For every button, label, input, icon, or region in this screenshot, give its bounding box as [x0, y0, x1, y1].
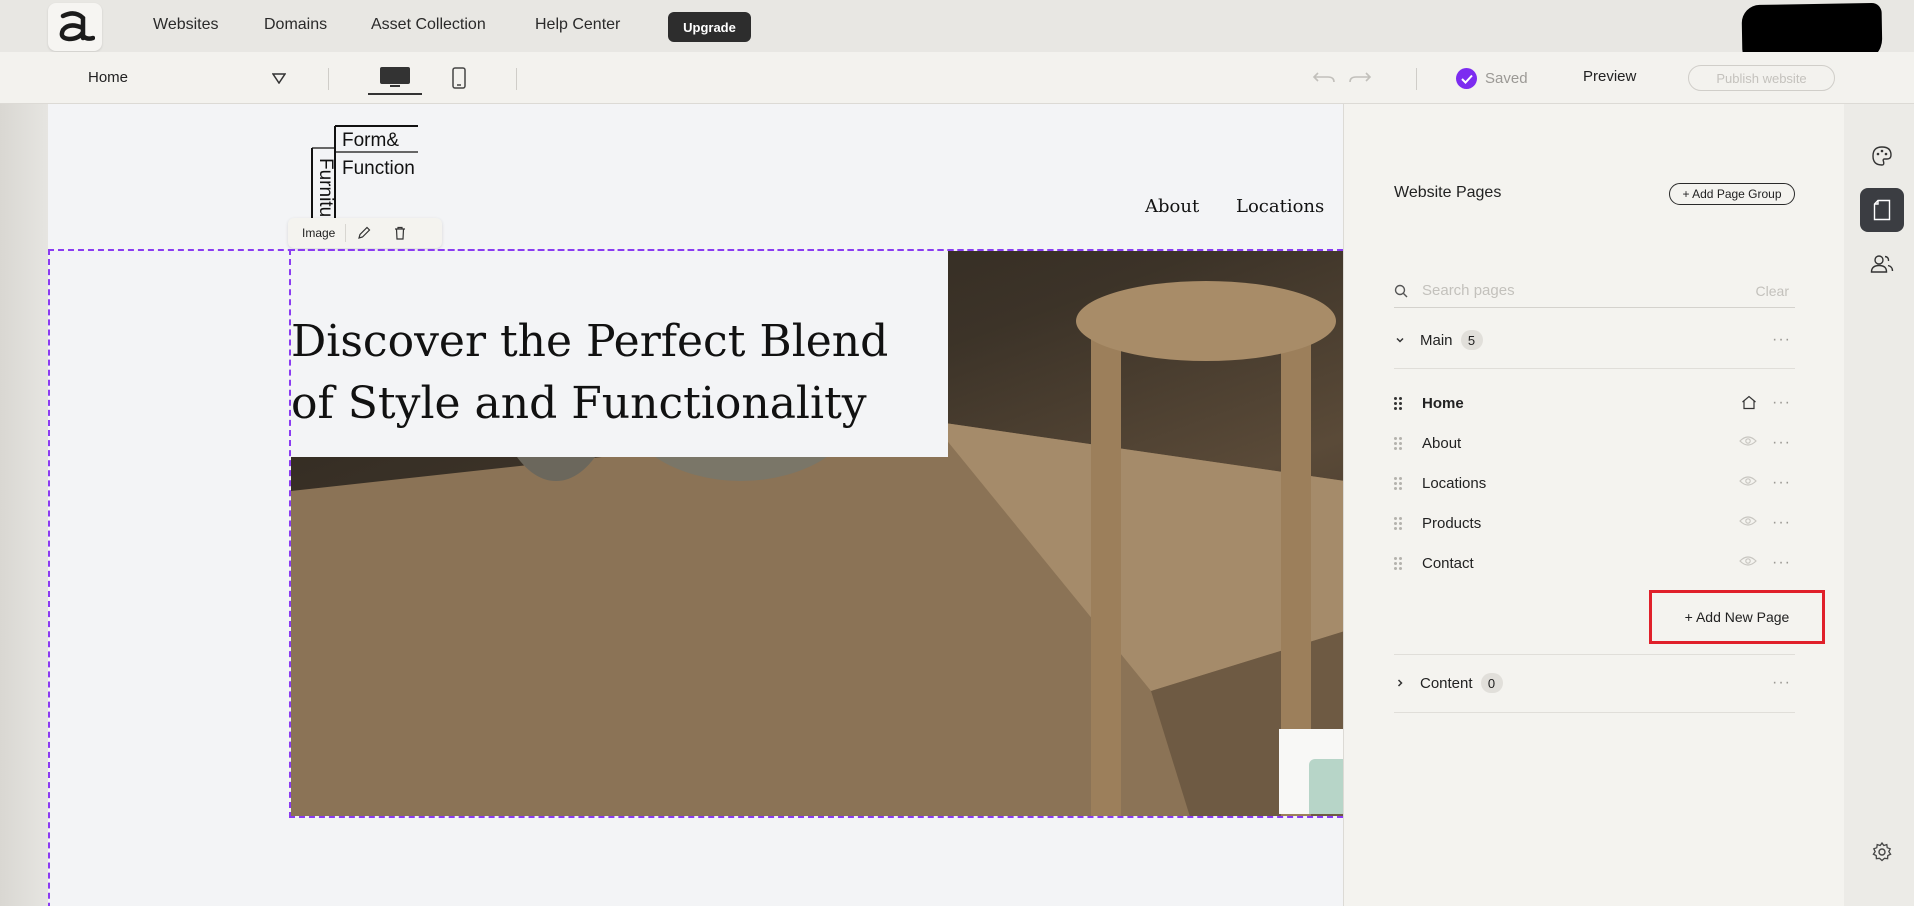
more-options-icon[interactable]: ··· — [1772, 394, 1791, 412]
group-name: Content — [1420, 674, 1473, 692]
page-name: Contact — [1422, 554, 1474, 572]
more-options-icon[interactable]: ··· — [1772, 331, 1791, 349]
hero-heading[interactable]: Discover the Perfect Blend of Style and … — [291, 311, 941, 435]
preview-button[interactable]: Preview — [1583, 68, 1636, 85]
page-name: Products — [1422, 514, 1482, 532]
website-canvas[interactable]: Form& Function Furnitu About Locations I… — [48, 104, 1343, 906]
delete-trash-icon[interactable] — [382, 226, 418, 240]
image-toolbar-label: Image — [288, 224, 347, 242]
editor-toolbar: Home Saved Preview Publish website — [0, 52, 1914, 104]
group-page-count: 5 — [1460, 330, 1483, 350]
page-row-home[interactable]: Home ··· — [1394, 383, 1795, 423]
page-name: Locations — [1422, 474, 1487, 492]
eye-icon[interactable] — [1739, 555, 1757, 567]
nav-domains[interactable]: Domains — [264, 16, 327, 34]
saved-label: Saved — [1485, 70, 1528, 87]
group-name: Main — [1420, 331, 1453, 349]
drag-handle-icon[interactable] — [1394, 436, 1404, 450]
gear-icon — [1872, 841, 1892, 862]
right-tool-rail — [1844, 104, 1914, 906]
logo-text-furniture: Furnitu — [315, 158, 336, 218]
logo-text-form: Form& — [342, 130, 399, 151]
search-icon — [1394, 284, 1408, 297]
drag-handle-icon[interactable] — [1394, 476, 1404, 490]
add-new-page-button[interactable]: + Add New Page — [1649, 590, 1825, 644]
nav-websites[interactable]: Websites — [153, 16, 219, 34]
hero-image-block[interactable]: Discover the Perfect Blend of Style and … — [289, 249, 1343, 818]
app-logo[interactable] — [48, 3, 102, 51]
desktop-icon — [380, 67, 410, 87]
chevron-right-icon[interactable] — [1394, 677, 1406, 689]
eye-icon[interactable] — [1739, 435, 1757, 447]
drag-handle-icon[interactable] — [1394, 396, 1404, 410]
redo-icon[interactable] — [1348, 68, 1372, 86]
clear-search-button[interactable]: Clear — [1756, 283, 1789, 299]
settings-button[interactable] — [1860, 830, 1904, 874]
users-button[interactable] — [1860, 242, 1904, 286]
upgrade-button[interactable]: Upgrade — [668, 12, 751, 42]
chevron-down-icon[interactable] — [1394, 334, 1406, 346]
divider — [1394, 368, 1795, 369]
more-options-icon[interactable]: ··· — [1772, 514, 1791, 532]
page-row-products[interactable]: Products ··· — [1394, 503, 1795, 543]
page-row-locations[interactable]: Locations ··· — [1394, 463, 1795, 503]
site-nav-about[interactable]: About — [1145, 196, 1199, 217]
drag-handle-icon[interactable] — [1394, 516, 1404, 530]
undo-icon[interactable] — [1312, 68, 1336, 86]
more-options-icon[interactable]: ··· — [1772, 674, 1791, 692]
top-navigation: Websites Domains Asset Collection Help C… — [0, 0, 1914, 64]
page-name: About — [1422, 434, 1462, 452]
mobile-view-button[interactable] — [448, 61, 470, 95]
search-pages-input[interactable] — [1422, 282, 1722, 299]
hero-heading-container: Discover the Perfect Blend of Style and … — [291, 251, 948, 457]
page-row-about[interactable]: About ··· — [1394, 423, 1795, 463]
edit-pencil-icon[interactable] — [346, 226, 382, 240]
home-icon — [1742, 395, 1756, 410]
site-logo[interactable]: Form& Function Furnitu — [306, 122, 418, 218]
check-icon — [1456, 68, 1477, 89]
users-icon — [1870, 255, 1894, 273]
chevron-down-icon[interactable] — [272, 72, 286, 84]
group-page-count: 0 — [1480, 673, 1503, 693]
mobile-icon — [452, 67, 466, 89]
divider — [1394, 712, 1795, 713]
divider — [1416, 68, 1417, 90]
drag-handle-icon[interactable] — [1394, 556, 1404, 570]
panel-title: Website Pages — [1394, 184, 1502, 201]
divider — [1394, 654, 1795, 655]
logo-a-icon — [59, 11, 95, 42]
more-options-icon[interactable]: ··· — [1772, 434, 1791, 452]
eye-icon[interactable] — [1739, 515, 1757, 527]
page-selector[interactable]: Home — [88, 69, 128, 86]
pages-button[interactable] — [1860, 188, 1904, 232]
divider — [328, 68, 329, 90]
desktop-view-button[interactable] — [368, 61, 422, 95]
page-icon — [1873, 199, 1891, 221]
page-search: Clear — [1394, 274, 1795, 308]
publish-website-button[interactable]: Publish website — [1688, 65, 1835, 91]
page-name: Home — [1422, 394, 1464, 412]
more-options-icon[interactable]: ··· — [1772, 474, 1791, 492]
nav-asset-collection[interactable]: Asset Collection — [371, 16, 486, 34]
page-row-contact[interactable]: Contact ··· — [1394, 543, 1795, 583]
card-accent — [1309, 759, 1343, 814]
nav-help-center[interactable]: Help Center — [535, 16, 620, 34]
divider — [516, 68, 517, 90]
site-nav-locations[interactable]: Locations — [1236, 196, 1324, 217]
palette-icon — [1872, 146, 1892, 166]
logo-text-function: Function — [342, 158, 415, 179]
content-card-preview — [1279, 729, 1343, 814]
image-toolbar: Image — [288, 218, 442, 248]
more-options-icon[interactable]: ··· — [1772, 554, 1791, 572]
add-page-group-button[interactable]: + Add Page Group — [1669, 183, 1795, 205]
website-pages-panel: Website Pages + Add Page Group Clear Mai… — [1343, 104, 1844, 906]
save-status: Saved — [1456, 68, 1528, 89]
eye-icon[interactable] — [1739, 475, 1757, 487]
page-group-content[interactable]: Content 0 ··· — [1394, 663, 1795, 703]
theme-button[interactable] — [1860, 134, 1904, 178]
canvas-gutter — [0, 104, 48, 906]
page-group-main[interactable]: Main 5 ··· — [1394, 320, 1795, 360]
